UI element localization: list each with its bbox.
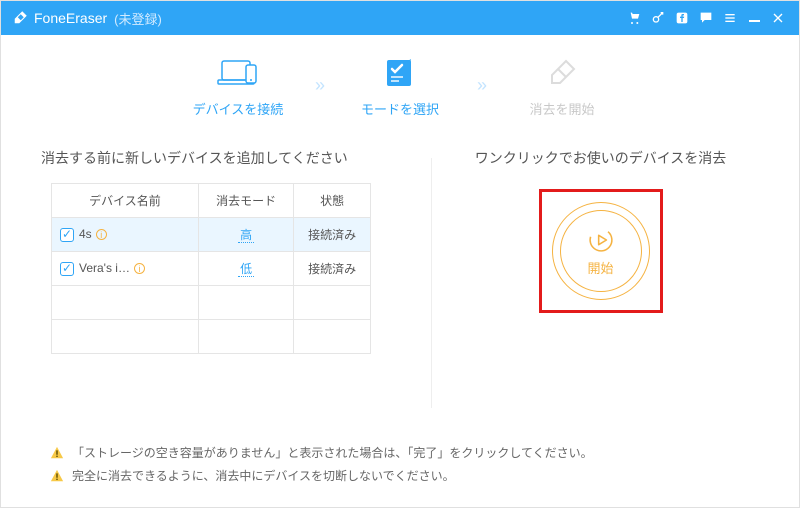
start-panel: ワンクリックでお使いのデバイスを消去 開始 — [442, 148, 759, 408]
highlight-annotation: 開始 — [539, 189, 663, 313]
info-icon[interactable]: i — [96, 229, 107, 240]
table-row[interactable]: Vera's i… i 低 接続済み — [52, 252, 371, 286]
checkbox-icon[interactable] — [60, 262, 74, 276]
facebook-icon[interactable] — [671, 7, 693, 29]
step-label: デバイスを接続 — [193, 99, 284, 118]
step-start-erase: 消去を開始 — [507, 53, 617, 118]
titlebar: FoneEraser (未登録) — [1, 1, 799, 35]
erase-mode-link[interactable]: 低 — [238, 262, 254, 277]
eraser-icon — [544, 55, 580, 91]
step-select-mode[interactable]: モードを選択 — [345, 53, 455, 118]
checkbox-icon[interactable] — [60, 228, 74, 242]
device-name: Vera's i… — [79, 261, 130, 275]
close-button[interactable] — [767, 7, 789, 29]
warning-text: 「ストレージの空き容量がありません」と表示された場合は、「完了」をクリックしてく… — [72, 444, 593, 461]
warning-icon — [50, 446, 64, 460]
cart-icon[interactable] — [623, 7, 645, 29]
eraser-logo-icon — [11, 9, 29, 27]
license-status: (未登録) — [114, 9, 162, 28]
start-label: 開始 — [587, 258, 613, 277]
devices-icon — [216, 55, 260, 91]
info-icon[interactable]: i — [134, 263, 145, 274]
device-status: 接続済み — [294, 252, 371, 286]
col-header-mode: 消去モード — [198, 184, 293, 218]
table-row — [52, 286, 371, 320]
chevron-icon: » — [477, 75, 485, 96]
start-button[interactable]: 開始 — [552, 202, 650, 300]
app-name: FoneEraser — [34, 10, 107, 26]
key-icon[interactable] — [647, 7, 669, 29]
device-name: 4s — [79, 227, 92, 241]
col-header-name: デバイス名前 — [52, 184, 199, 218]
step-indicator: デバイスを接続 » モードを選択 » 消去を開始 — [1, 35, 799, 128]
footer-warnings: 「ストレージの空き容量がありません」と表示された場合は、「完了」をクリックしてく… — [50, 444, 593, 490]
warning-text: 完全に消去できるように、消去中にデバイスを切断しないでください。 — [72, 467, 455, 484]
chat-icon[interactable] — [695, 7, 717, 29]
app-logo: FoneEraser (未登録) — [11, 9, 162, 28]
warning-icon — [50, 469, 64, 483]
step-label: モードを選択 — [361, 99, 439, 118]
checklist-icon — [382, 55, 418, 91]
table-row — [52, 320, 371, 354]
device-table: デバイス名前 消去モード 状態 4s i 高 接続済み Vera's i… i 低 … — [51, 183, 371, 354]
play-icon — [587, 226, 615, 254]
menu-icon[interactable] — [719, 7, 741, 29]
device-status: 接続済み — [294, 218, 371, 252]
step-connect-device[interactable]: デバイスを接続 — [183, 53, 293, 118]
col-header-status: 状態 — [294, 184, 371, 218]
panel-heading: 消去する前に新しいデバイスを追加してください — [41, 148, 421, 168]
minimize-button[interactable] — [743, 7, 765, 29]
device-list-panel: 消去する前に新しいデバイスを追加してください デバイス名前 消去モード 状態 4… — [41, 148, 421, 408]
chevron-icon: » — [315, 75, 323, 96]
step-label: 消去を開始 — [530, 99, 595, 118]
erase-mode-link[interactable]: 高 — [238, 228, 254, 243]
panel-heading: ワンクリックでお使いのデバイスを消去 — [455, 148, 747, 169]
table-row[interactable]: 4s i 高 接続済み — [52, 218, 371, 252]
divider — [431, 158, 432, 408]
